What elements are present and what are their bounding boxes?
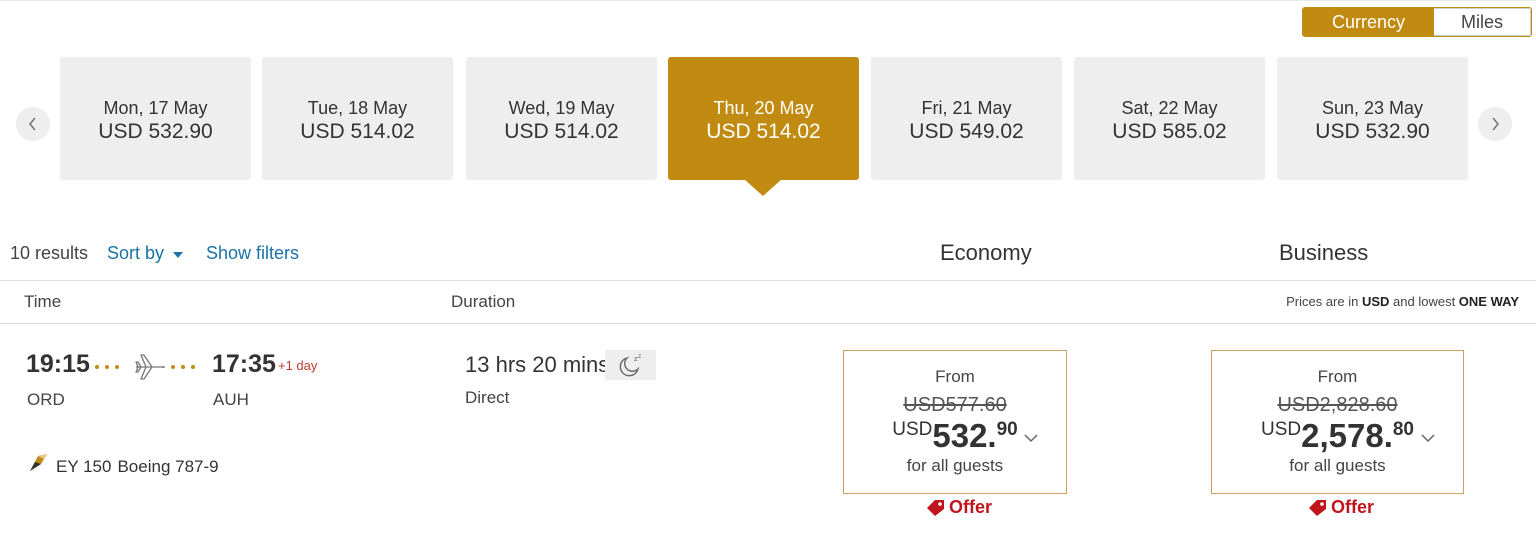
date-card-price: USD 532.90	[1315, 120, 1430, 143]
date-card-thu-20-may-selected[interactable]: Thu, 20 May USD 514.02	[668, 57, 859, 180]
plane-icon	[135, 354, 165, 380]
date-card-sun-23-may[interactable]: Sun, 23 May USD 532.90	[1277, 57, 1468, 180]
caret-down-icon	[173, 251, 184, 258]
date-card-day: Sat, 22 May	[1121, 98, 1218, 118]
date-card-price: USD 532.90	[98, 120, 213, 143]
flight-number: EY 150	[56, 457, 112, 476]
economy-offer-badge: Offer	[925, 497, 992, 518]
departure-time: 19:15	[26, 350, 90, 378]
origin-airport: ORD	[27, 390, 65, 409]
selected-date-pointer	[744, 179, 782, 196]
fare-original-price: USD577.60	[903, 394, 1007, 416]
previous-dates-button[interactable]	[16, 107, 50, 141]
arrival-time: 17:35	[212, 350, 276, 378]
fare-from-label: From	[935, 367, 975, 386]
currency-toggle-button[interactable]: Currency	[1303, 8, 1434, 36]
chevron-down-icon	[1024, 434, 1038, 443]
duration-column-header: Duration	[451, 292, 516, 311]
route-dots-right	[171, 365, 195, 369]
economy-fare-box[interactable]: From USD577.60 USD532.90 for all guests	[843, 350, 1067, 494]
date-card-price: USD 514.02	[504, 120, 619, 143]
date-card-day: Wed, 19 May	[508, 98, 615, 118]
date-card-day: Thu, 20 May	[713, 98, 814, 118]
date-card-price: USD 585.02	[1112, 120, 1227, 143]
offer-tag-icon	[927, 499, 944, 516]
date-card-day: Mon, 17 May	[103, 98, 208, 118]
date-card-tue-18-may[interactable]: Tue, 18 May USD 514.02	[262, 57, 453, 180]
aircraft-type: Boeing 787-9	[117, 457, 219, 476]
date-card-fri-21-may[interactable]: Fri, 21 May USD 549.02	[871, 57, 1062, 180]
day-offset-badge: +1 day	[278, 358, 318, 373]
time-column-header: Time	[24, 292, 62, 311]
sort-by-label: Sort by	[107, 243, 165, 263]
results-count: 10 results	[10, 243, 89, 263]
next-dates-button[interactable]	[1478, 107, 1512, 141]
miles-toggle-button[interactable]: Miles	[1434, 8, 1531, 36]
prices-note: Prices are in USD and lowest ONE WAY	[1286, 294, 1519, 309]
columns-divider	[0, 323, 1536, 324]
stops-label: Direct	[465, 388, 510, 407]
economy-cabin-heading: Economy	[940, 240, 1032, 265]
route-dots-left	[95, 365, 119, 369]
fare-original-price: USD2,828.60	[1277, 394, 1398, 416]
sort-by-dropdown[interactable]: Sort by	[107, 243, 184, 264]
chevron-right-icon	[1492, 117, 1500, 131]
fare-from-label: From	[1317, 367, 1358, 386]
header-divider	[0, 280, 1536, 281]
fare-guests-label: for all guests	[906, 456, 1004, 475]
svg-text:z: z	[638, 353, 641, 360]
chevron-left-icon	[28, 117, 36, 131]
date-card-price: USD 514.02	[300, 120, 415, 143]
show-filters-link[interactable]: Show filters	[206, 243, 299, 264]
chevron-down-icon	[1421, 434, 1435, 443]
moon-sleep-icon: z z	[619, 353, 641, 377]
date-card-mon-17-may[interactable]: Mon, 17 May USD 532.90	[60, 57, 251, 180]
flight-info: EY 150 Boeing 787-9	[56, 457, 225, 477]
date-card-sat-22-may[interactable]: Sat, 22 May USD 585.02	[1074, 57, 1265, 180]
date-card-price: USD 549.02	[909, 120, 1024, 143]
business-cabin-heading: Business	[1279, 240, 1369, 265]
date-card-day: Tue, 18 May	[307, 98, 408, 118]
currency-miles-toggle: Currency Miles	[1302, 7, 1532, 37]
business-offer-badge: Offer	[1307, 497, 1374, 518]
date-card-day: Fri, 21 May	[921, 98, 1012, 118]
top-divider	[0, 0, 1536, 1]
date-card-price: USD 514.02	[706, 120, 821, 143]
destination-airport: AUH	[213, 390, 249, 409]
date-card-day: Sun, 23 May	[1321, 98, 1424, 118]
offer-tag-icon	[1309, 499, 1326, 516]
overnight-icon[interactable]: z z	[605, 350, 656, 380]
fare-guests-label: for all guests	[1289, 456, 1386, 475]
flight-duration: 13 hrs 20 mins	[465, 352, 610, 377]
business-fare-box[interactable]: From USD2,828.60 USD2,578.80 for all gue…	[1211, 350, 1464, 494]
date-card-wed-19-may[interactable]: Wed, 19 May USD 514.02	[466, 57, 657, 180]
airline-tail-icon	[30, 454, 47, 471]
